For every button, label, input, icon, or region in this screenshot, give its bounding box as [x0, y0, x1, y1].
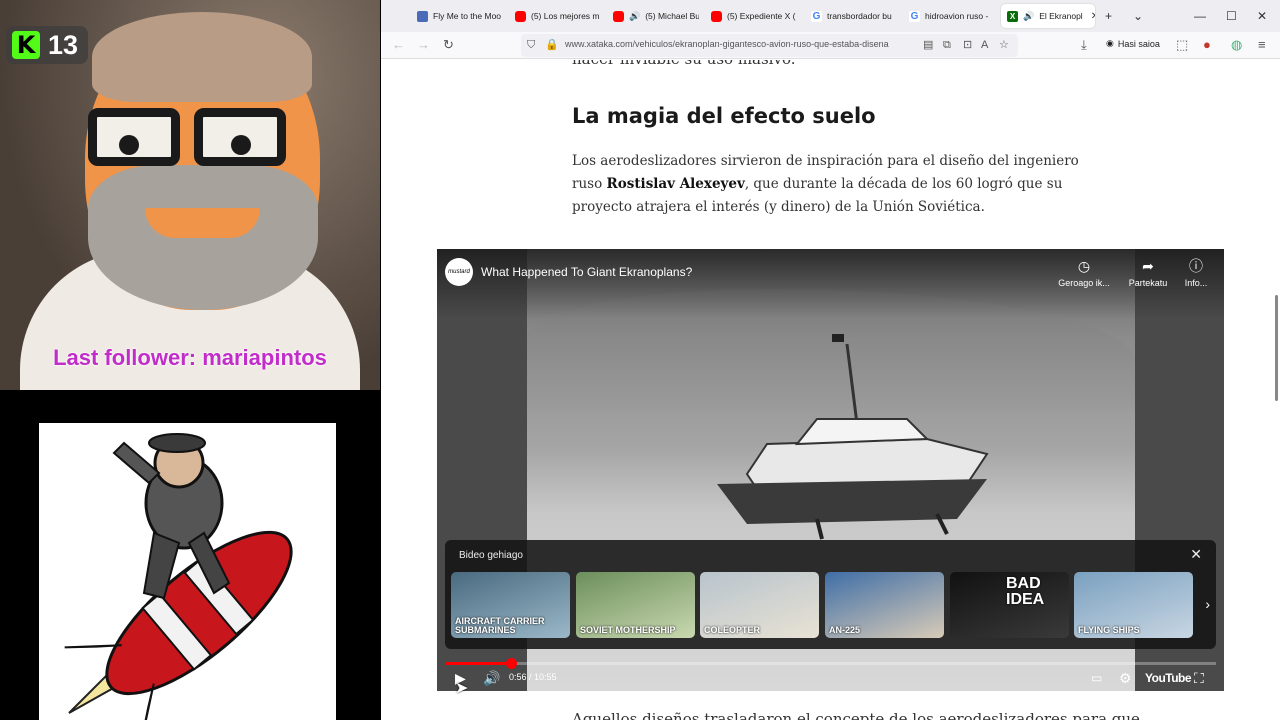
speaker-icon[interactable]: 🔊 [629, 11, 640, 22]
youtube-logo[interactable]: YouTube [1145, 671, 1192, 685]
info-button[interactable]: ⓘ Info... [1161, 257, 1224, 288]
xataka-icon: X [1007, 10, 1018, 22]
youtube-icon [515, 10, 526, 22]
mouse-cursor-icon: ➤ [455, 680, 469, 697]
info-icon: ⓘ [1189, 258, 1203, 274]
article-paragraph: Los aerodeslizadores sirvieron de inspir… [572, 153, 1079, 215]
suggested-video-caption: BAD IDEA [1006, 575, 1045, 608]
subtitles-icon[interactable]: ▭ [1091, 669, 1102, 687]
fullscreen-icon[interactable]: ⛶ [1194, 669, 1204, 687]
tab-bar: Fly Me to the Moo (5) Los mejores m 🔊 (5… [381, 0, 1280, 32]
close-window-icon[interactable]: ✕ [1257, 8, 1267, 24]
article-page: hacer inviable su uso masivo. La magia d… [381, 60, 1280, 720]
menu-icon[interactable]: ≡ [1258, 37, 1266, 53]
navigation-bar: ← → ↻ ⛉ 🔒 www.xataka.com/vehiculos/ekran… [381, 32, 1280, 59]
tab-hidroavion[interactable]: G hidroavion ruso - [903, 4, 995, 28]
kick-logo-icon: K [12, 31, 40, 59]
page-scrollbar[interactable] [1275, 295, 1278, 401]
channel-avatar[interactable]: mustard [445, 258, 473, 286]
new-tab-icon[interactable]: + [1105, 8, 1112, 24]
puppet-glasses [88, 108, 288, 170]
back-icon[interactable]: ← [392, 37, 405, 53]
extensions-icon[interactable]: ⬚ [1176, 37, 1188, 53]
account-icon: ◉ [1106, 38, 1114, 48]
suggested-video-caption: AN-225 [829, 625, 861, 635]
volume-icon[interactable]: 🔊 [483, 669, 500, 687]
audio-extension-icon[interactable]: ◍ [1231, 37, 1242, 53]
puppet-hair [92, 12, 312, 102]
reader-view-icon[interactable]: ▤ [923, 38, 933, 52]
url-bar[interactable]: ⛉ 🔒 www.xataka.com/vehiculos/ekranoplan-… [521, 34, 1018, 57]
next-paragraph-head: Aquellos diseños trasladaron el concepte… [572, 710, 1140, 720]
suggested-video-caption: FLYING SHIPS [1078, 625, 1140, 635]
tab-fly-me-to-the-moon[interactable]: Fly Me to the Moo [411, 4, 503, 28]
suggested-video-thumbnail[interactable]: BAD IDEA [950, 572, 1069, 638]
hovercraft-ship [717, 334, 989, 540]
more-videos-label: Bideo gehiago [459, 550, 523, 561]
downloads-icon[interactable]: ⤓ [1081, 37, 1087, 53]
suggested-video-thumbnail[interactable]: FLYING SHIPS [1074, 572, 1193, 638]
minimize-icon[interactable]: — [1194, 8, 1206, 24]
video-title[interactable]: What Happened To Giant Ekranoplans? [481, 265, 692, 279]
bookmark-star-icon[interactable]: ☆ [999, 38, 1009, 52]
time-display: 0:56 / 10:55 [509, 672, 557, 682]
browser-window: Fly Me to the Moo (5) Los mejores m 🔊 (5… [381, 0, 1280, 720]
forward-icon[interactable]: → [417, 37, 430, 53]
rocket-rider-illustration [39, 423, 336, 720]
tab-los-mejores[interactable]: (5) Los mejores m [509, 4, 601, 28]
translate-icon[interactable]: A [981, 38, 988, 52]
url-text[interactable]: www.xataka.com/vehiculos/ekranoplan-giga… [565, 39, 915, 49]
progress-bar[interactable] [445, 658, 1216, 669]
kick-viewer-badge: K 13 [6, 26, 89, 64]
sign-in-button[interactable]: ◉ Hasi saioa [1106, 38, 1160, 49]
suggested-video-caption: AIRCRAFT CARRIER SUBMARINES [455, 616, 545, 635]
progress-played [445, 662, 511, 665]
youtube-icon [711, 10, 722, 22]
close-icon[interactable]: ✕ [1190, 546, 1202, 563]
youtube-embed[interactable]: mustard What Happened To Giant Ekranopla… [437, 249, 1224, 691]
suggested-video-thumbnail[interactable]: AN-225 [825, 572, 944, 638]
webcam-feed: K 13 Last follower: mariapintos [0, 0, 380, 390]
more-videos-panel: Bideo gehiago ✕ AIRCRAFT CARRIER SUBMARI… [445, 540, 1216, 649]
chevron-right-icon[interactable]: › [1205, 596, 1210, 612]
suggested-video-caption: SOVIET MOTHERSHIP [580, 625, 676, 635]
suggested-video-caption: COLEOPTER [704, 625, 761, 635]
shield-icon[interactable]: ⛉ [527, 38, 535, 52]
viewer-count: 13 [48, 29, 79, 60]
tab-expediente-x[interactable]: (5) Expediente X ( [705, 4, 797, 28]
tab-ekranoplan-active[interactable]: X 🔊 El Ekranopl ✕ [1001, 4, 1095, 28]
tab-michael-bu[interactable]: 🔊 (5) Michael Bu [607, 4, 699, 28]
watch-later-button[interactable]: ◷ Geroago ik... [1049, 257, 1119, 288]
chevron-down-icon[interactable]: ⌄ [1133, 8, 1143, 24]
previous-paragraph-tail: hacer inviable su uso masivo. [572, 60, 796, 68]
suggested-video-thumbnail[interactable]: AIRCRAFT CARRIER SUBMARINES [451, 572, 570, 638]
picture-in-picture-icon[interactable]: ⧉ [943, 38, 951, 52]
section-heading: La magia del efecto suelo [572, 104, 876, 128]
settings-gear-icon[interactable]: ⚙ [1119, 669, 1132, 687]
lock-icon[interactable]: 🔒 [545, 38, 559, 52]
youtube-icon [613, 10, 624, 22]
music-icon [417, 10, 428, 22]
close-tab-icon[interactable]: ✕ [1091, 11, 1095, 22]
speaker-icon[interactable]: 🔊 [1023, 11, 1034, 22]
engineer-name: Rostislav Alexeyev [606, 176, 745, 192]
google-icon: G [811, 10, 822, 22]
last-follower-text: Last follower: mariapintos [53, 345, 327, 370]
maximize-icon[interactable]: ☐ [1226, 8, 1237, 24]
google-icon: G [909, 10, 920, 22]
tab-transbordador[interactable]: G transbordador bu [805, 4, 897, 28]
screenshot-icon[interactable]: ⊡ [963, 38, 972, 52]
player-controls: ▶ 🔊 0:56 / 10:55 ▭ ⚙ YouTube ⛶ [437, 667, 1224, 691]
suggested-video-thumbnail[interactable]: COLEOPTER [700, 572, 819, 638]
extension-badge-icon[interactable]: ● [1203, 37, 1211, 53]
clock-icon: ◷ [1077, 258, 1091, 274]
suggested-video-thumbnail[interactable]: SOVIET MOTHERSHIP [576, 572, 695, 638]
reload-icon[interactable]: ↻ [443, 37, 454, 53]
